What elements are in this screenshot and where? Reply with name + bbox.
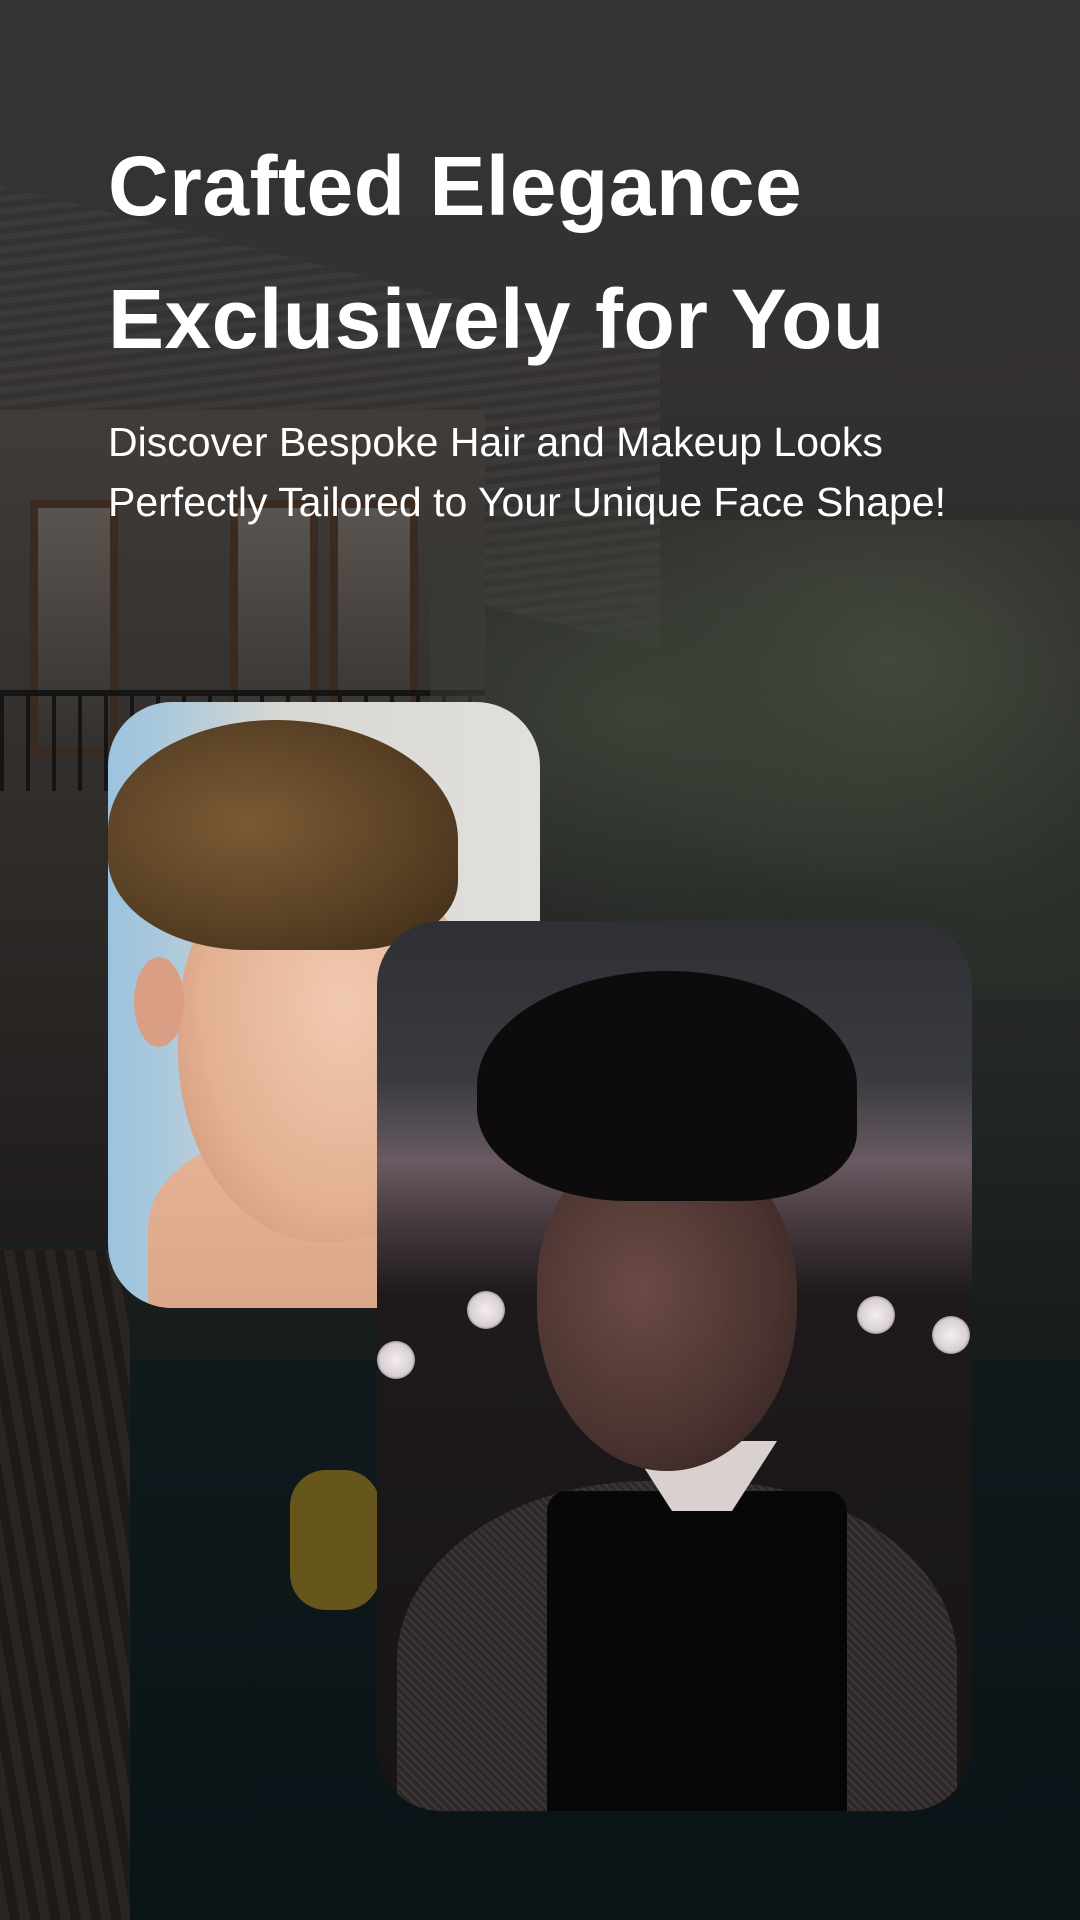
bokeh-light (377, 1341, 415, 1379)
portrait-vest (547, 1491, 847, 1811)
bokeh-light (857, 1296, 895, 1334)
background-deck (0, 1250, 130, 1920)
background-pool-float (290, 1470, 380, 1610)
bokeh-light (467, 1291, 505, 1329)
headline: Crafted Elegance Exclusively for You (108, 120, 1008, 386)
portrait-hair (108, 720, 458, 950)
bokeh-light (932, 1316, 970, 1354)
subtitle: Discover Bespoke Hair and Makeup Looks P… (108, 419, 946, 525)
headline-line-1: Crafted Elegance (108, 139, 803, 233)
portrait-ear (134, 957, 184, 1047)
portrait-hair (477, 971, 857, 1201)
portrait-card-dark (377, 921, 972, 1811)
headline-line-2: Exclusively for You (108, 272, 885, 366)
